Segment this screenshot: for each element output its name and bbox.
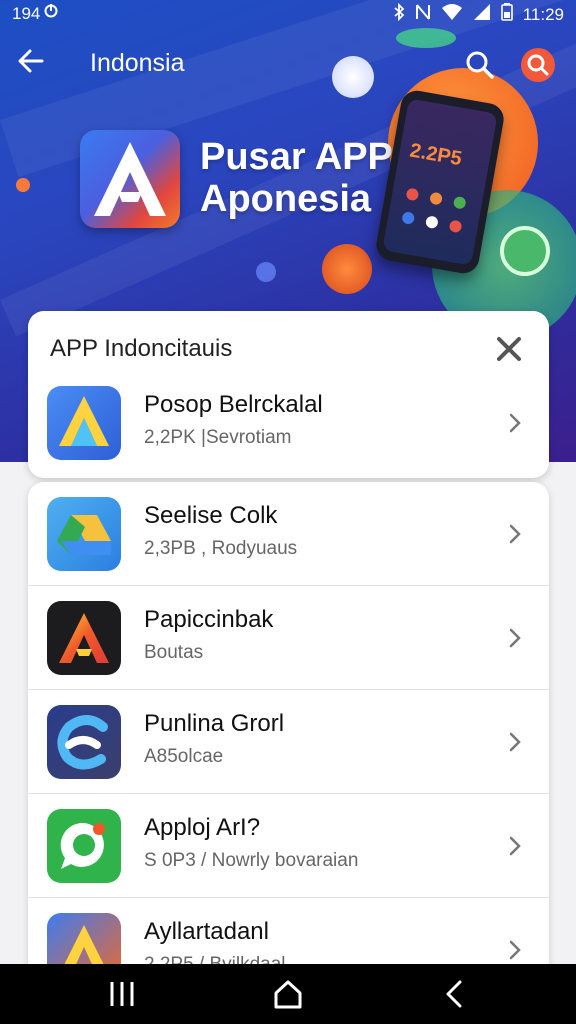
location-search-icon: [521, 48, 555, 82]
status-time-left: 194: [12, 4, 41, 23]
hero-title-line2: Aponesia: [200, 178, 372, 220]
chat-bubble-icon: [47, 809, 121, 883]
app-name: Papiccinbak: [144, 606, 274, 633]
list-item[interactable]: Posop Belrckalal 2,2PK |Sevrotiam: [28, 371, 549, 475]
bluetooth-icon: [393, 2, 405, 26]
drive-triangle-icon: [47, 497, 121, 571]
wifi-icon: [441, 3, 463, 26]
app-name: Apploj ArI?: [144, 814, 261, 841]
list-item[interactable]: Papiccinbak Boutas: [28, 586, 549, 690]
hero-app-logo: [80, 130, 180, 228]
swirl-logo-icon: [47, 705, 121, 779]
drive-a-logo-icon: [47, 386, 121, 460]
app-name: Punlina Grorl: [144, 710, 285, 737]
arrow-left-icon: [18, 49, 44, 73]
list-item[interactable]: Apploj ArI? S 0P3 / Nowrly bovaraian: [28, 794, 549, 898]
orange-coin-decoration: [322, 244, 372, 294]
recents-button[interactable]: [102, 976, 142, 1012]
list-item[interactable]: Punlina Grorl A85olcae: [28, 690, 549, 794]
home-button[interactable]: [268, 976, 308, 1012]
app-subtitle: A85olcae: [144, 746, 224, 767]
app-list: Seelise Colk 2,3PB , Rodyuaus Papiccinba…: [28, 482, 549, 982]
hero-title-line1: Pusar APP: [200, 136, 393, 178]
chevron-right-icon: [509, 524, 521, 544]
hero-title: Pusar APP Aponesia: [200, 136, 393, 220]
search-button[interactable]: [463, 48, 497, 82]
home-icon: [274, 980, 302, 1009]
system-nav-bar: [0, 964, 576, 1024]
app-dots-icon: [402, 188, 466, 233]
back-button[interactable]: [16, 46, 56, 82]
battery-icon: [500, 3, 513, 26]
signal-icon: [473, 3, 491, 26]
data-saver-icon: [44, 3, 58, 25]
phone-screen-text: 2.2P5: [408, 139, 464, 171]
chevron-right-icon: [509, 940, 521, 960]
nfc-icon: [415, 3, 431, 26]
top-app-bar: Indonsia: [0, 36, 576, 92]
dot-decoration: [16, 178, 30, 192]
app-name: Posop Belrckalal: [144, 391, 323, 418]
app-subtitle: Boutas: [144, 642, 204, 663]
section-title: APP Indoncitauis: [50, 335, 233, 362]
dot-decoration: [256, 262, 276, 282]
chevron-right-icon: [509, 732, 521, 752]
recents-icon: [110, 982, 134, 1006]
close-button[interactable]: [495, 335, 523, 363]
dark-a-logo-icon: [47, 601, 121, 675]
location-search-button[interactable]: [519, 46, 557, 84]
green-target-decoration: [500, 226, 550, 276]
app-subtitle: 2,2PK |Sevrotiam: [144, 427, 292, 448]
chevron-right-icon: [509, 413, 521, 433]
chevron-right-icon: [509, 836, 521, 856]
page-title: Indonsia: [90, 49, 185, 77]
status-time-right: 11:29: [522, 4, 564, 24]
status-bar: 194 11:29: [0, 0, 576, 28]
app-name: Seelise Colk: [144, 502, 278, 529]
app-name: Ayllartadanl: [144, 918, 269, 945]
back-nav-button[interactable]: [434, 976, 474, 1012]
app-subtitle: S 0P3 / Nowrly bovaraian: [144, 850, 359, 871]
status-left: 194: [12, 3, 58, 25]
chevron-left-icon: [446, 980, 462, 1008]
chevron-right-icon: [509, 628, 521, 648]
close-icon: [497, 337, 521, 361]
app-subtitle: 2,3PB , Rodyuaus: [144, 538, 298, 559]
list-item[interactable]: Seelise Colk 2,3PB , Rodyuaus: [28, 482, 549, 586]
status-right: 11:29: [393, 2, 564, 26]
search-icon: [466, 51, 494, 79]
featured-app-card: APP Indoncitauis Posop Belrckalal 2,2PK …: [28, 311, 549, 478]
a-logo-icon: [94, 142, 166, 216]
phone-screen: 2.2P5: [382, 98, 498, 266]
